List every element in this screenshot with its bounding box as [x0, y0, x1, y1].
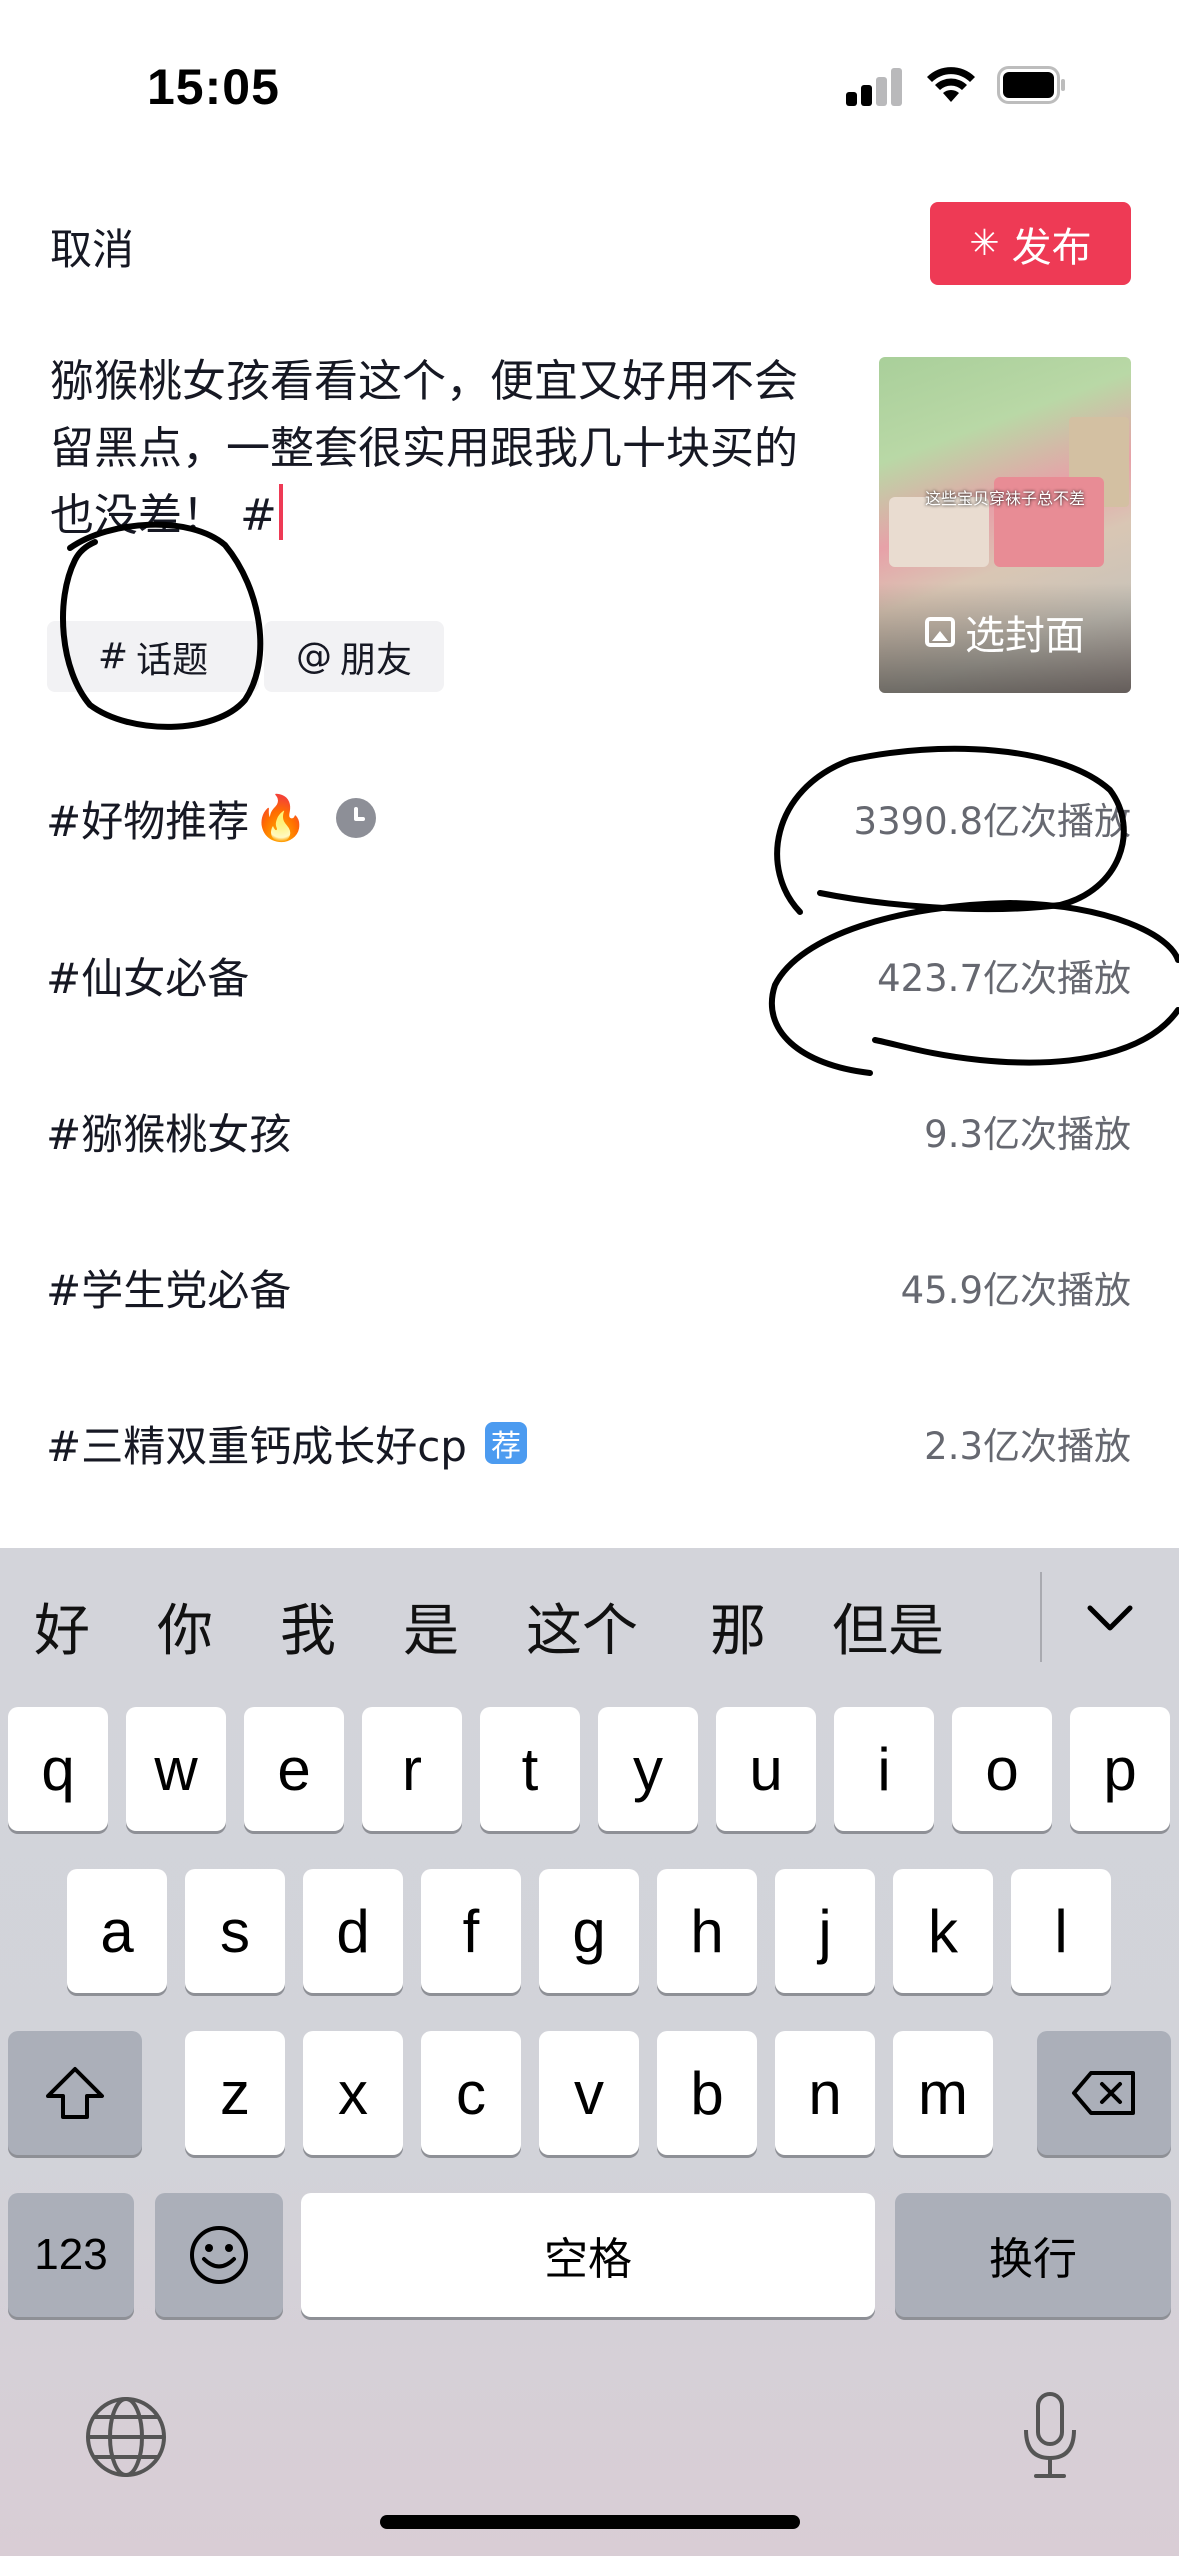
- delete-key[interactable]: [1037, 2031, 1171, 2155]
- topic-suggestion[interactable]: #仙女必备 423.7亿次播放: [46, 935, 1131, 1015]
- microphone-icon[interactable]: [1020, 2390, 1080, 2480]
- key-d[interactable]: d: [303, 1869, 403, 1993]
- key-x[interactable]: x: [303, 2031, 403, 2155]
- friend-chip-label: 朋友: [339, 639, 412, 681]
- key-g[interactable]: g: [539, 1869, 639, 1993]
- mention-friend-chip[interactable]: @ 朋友: [264, 621, 444, 692]
- cancel-button[interactable]: 取消: [50, 216, 134, 277]
- candidate-word[interactable]: 我: [280, 1586, 336, 1667]
- key-f[interactable]: f: [421, 1869, 521, 1993]
- cover-image-caption: 这些宝贝穿袜子总不差: [924, 489, 1085, 508]
- publish-button[interactable]: ✳ 发布: [930, 202, 1131, 285]
- candidate-word[interactable]: 这个: [526, 1586, 638, 1667]
- return-key[interactable]: 换行: [895, 2193, 1171, 2317]
- text-cursor: [278, 484, 283, 540]
- key-i[interactable]: i: [834, 1707, 934, 1831]
- candidate-word[interactable]: 好: [34, 1586, 90, 1667]
- key-n[interactable]: n: [775, 2031, 875, 2155]
- shift-icon: [46, 2067, 104, 2119]
- candidate-word[interactable]: 是: [403, 1586, 459, 1667]
- key-c[interactable]: c: [421, 2031, 521, 2155]
- cellular-signal-icon: [846, 68, 904, 106]
- numbers-key[interactable]: 123: [8, 2193, 134, 2317]
- candidate-word[interactable]: 但是: [832, 1586, 944, 1667]
- caption-input[interactable]: 猕猴桃女孩看看这个，便宜又好用不会留黑点，一整套很实用跟我几十块买的也没差！ #: [50, 348, 840, 549]
- key-z[interactable]: z: [185, 2031, 285, 2155]
- key-y[interactable]: y: [598, 1707, 698, 1831]
- topic-name: #好物推荐: [46, 796, 250, 846]
- backspace-icon: [1072, 2071, 1135, 2115]
- recommended-badge: 荐: [484, 1422, 527, 1464]
- key-r[interactable]: r: [362, 1707, 462, 1831]
- topic-suggestion[interactable]: #学生党必备 45.9亿次播放: [46, 1247, 1131, 1327]
- topic-name: #仙女必备: [46, 953, 250, 1003]
- key-s[interactable]: s: [185, 1869, 285, 1993]
- key-q[interactable]: q: [8, 1707, 108, 1831]
- image-icon: [925, 617, 955, 647]
- topic-play-count: 2.3亿次播放: [924, 1425, 1131, 1468]
- fire-icon: 🔥: [253, 793, 308, 844]
- topic-suggestion[interactable]: #三精双重钙成长好cp 荐 2.3亿次播放: [46, 1403, 1131, 1483]
- topic-chip-label: 话题: [136, 639, 209, 681]
- chevron-down-icon[interactable]: [1085, 1598, 1135, 1638]
- key-t[interactable]: t: [480, 1707, 580, 1831]
- key-e[interactable]: e: [244, 1707, 344, 1831]
- key-h[interactable]: h: [657, 1869, 757, 1993]
- key-o[interactable]: o: [952, 1707, 1052, 1831]
- key-p[interactable]: p: [1070, 1707, 1170, 1831]
- topic-suggestion[interactable]: #猕猴桃女孩 9.3亿次播放: [46, 1091, 1131, 1171]
- key-j[interactable]: j: [775, 1869, 875, 1993]
- key-b[interactable]: b: [657, 2031, 757, 2155]
- hashtag-icon: #: [97, 636, 129, 677]
- status-time: 15:05: [147, 59, 280, 115]
- topic-name: #学生党必备: [46, 1265, 292, 1315]
- candidate-word[interactable]: 你: [157, 1586, 213, 1667]
- key-v[interactable]: v: [539, 2031, 639, 2155]
- key-a[interactable]: a: [67, 1869, 167, 1993]
- caption-text: 猕猴桃女孩看看这个，便宜又好用不会留黑点，一整套很实用跟我几十块买的也没差！ #: [50, 356, 798, 541]
- emoji-key[interactable]: [155, 2193, 283, 2317]
- key-k[interactable]: k: [893, 1869, 993, 1993]
- topic-chip[interactable]: # 话题: [47, 621, 259, 692]
- key-u[interactable]: u: [716, 1707, 816, 1831]
- key-w[interactable]: w: [126, 1707, 226, 1831]
- space-key[interactable]: 空格: [301, 2193, 875, 2317]
- candidate-bar: 好 你 我 是 这个 那 但是: [0, 1548, 1179, 1698]
- shift-key[interactable]: [8, 2031, 142, 2155]
- at-icon: @: [295, 636, 332, 677]
- topic-name: #三精双重钙成长好cp: [46, 1421, 467, 1471]
- publish-label: 发布: [1011, 224, 1092, 271]
- cover-picker[interactable]: 这些宝贝穿袜子总不差 选封面: [879, 357, 1131, 693]
- sparkle-icon: ✳: [969, 222, 1000, 264]
- key-m[interactable]: m: [893, 2031, 993, 2155]
- candidate-word[interactable]: 那: [710, 1586, 766, 1667]
- battery-icon: [997, 66, 1065, 104]
- topic-play-count: 423.7亿次播放: [877, 957, 1131, 1000]
- clock-icon: [336, 798, 376, 838]
- key-l[interactable]: l: [1011, 1869, 1111, 1993]
- emoji-icon: [190, 2226, 248, 2284]
- topic-play-count: 45.9亿次播放: [900, 1269, 1131, 1312]
- home-indicator: [380, 2515, 800, 2529]
- topic-play-count: 3390.8亿次播放: [853, 800, 1131, 843]
- wifi-icon: [927, 67, 975, 102]
- topic-play-count: 9.3亿次播放: [924, 1113, 1131, 1156]
- globe-icon[interactable]: [84, 2395, 168, 2479]
- topic-name: #猕猴桃女孩: [46, 1109, 292, 1159]
- select-cover-label: 选封面: [965, 613, 1085, 659]
- select-cover-button[interactable]: 选封面: [879, 603, 1131, 661]
- topic-suggestion[interactable]: #好物推荐 🔥 3390.8亿次播放: [46, 778, 1131, 858]
- candidate-divider: [1040, 1572, 1042, 1662]
